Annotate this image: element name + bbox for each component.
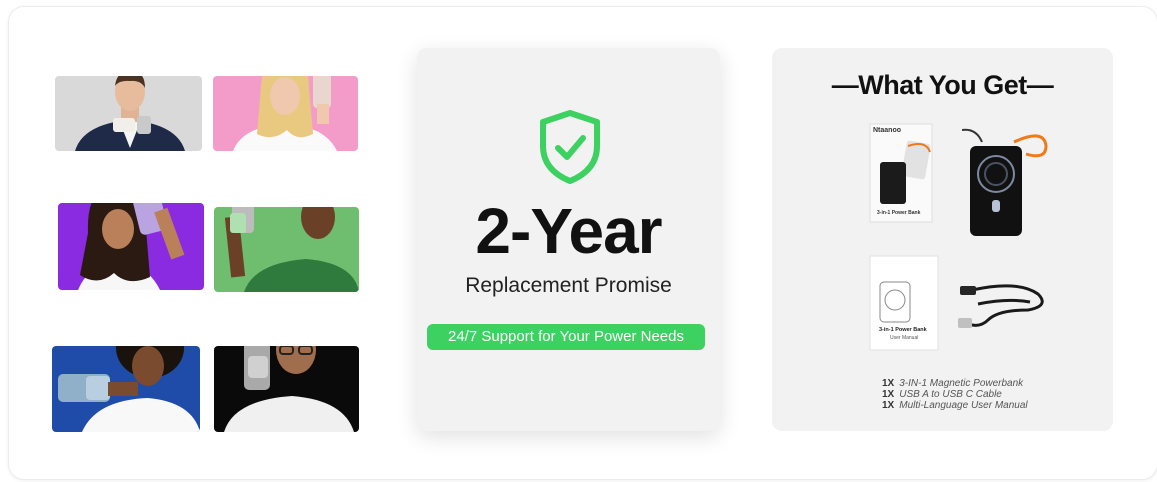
package-contents-card: —What You Get— Ntaanoo 3-in-1 Power Bank…	[772, 48, 1113, 431]
contents-title: —What You Get—	[831, 70, 1054, 100]
retail-box-image: Ntaanoo 3-in-1 Power Bank	[868, 122, 936, 229]
manual-subtitle-label: User Manual	[890, 335, 919, 341]
box-product-label: 3-in-1 Power Bank	[877, 210, 921, 216]
warranty-card: 2-Year Replacement Promise 24/7 Support …	[417, 48, 720, 431]
woman-curly-purple-photo	[58, 203, 204, 290]
power-bank-image	[961, 124, 1054, 245]
manual-title-label: 3-in-1 Power Bank	[879, 327, 927, 333]
shield-check-icon	[539, 110, 601, 189]
support-badge: 24/7 Support for Your Power Needs	[427, 324, 705, 350]
list-item: 1X 3-IN-1 Magnetic Powerbank	[882, 378, 1024, 389]
usb-cable-image	[958, 280, 1048, 337]
contents-list: 1X 3-IN-1 Magnetic Powerbank 1X USB A to U…	[882, 378, 1028, 411]
user-manual-image: 3-in-1 Power Bank User Manual	[868, 254, 940, 357]
man-green-sweater-photo	[214, 207, 359, 292]
woman-afro-blue-photo	[52, 346, 200, 432]
list-item: 1X USB A to USB C Cable	[882, 389, 1002, 400]
list-item: 1X Multi-Language User Manual	[882, 400, 1028, 411]
warranty-headline: 2-Year	[475, 195, 662, 267]
man-navy-blazer-photo	[55, 76, 202, 151]
warranty-subheadline: Replacement Promise	[465, 274, 672, 297]
woman-blonde-pink-photo	[213, 76, 358, 151]
man-glasses-black-photo	[214, 346, 359, 432]
box-brand-label: Ntaanoo	[873, 127, 901, 134]
